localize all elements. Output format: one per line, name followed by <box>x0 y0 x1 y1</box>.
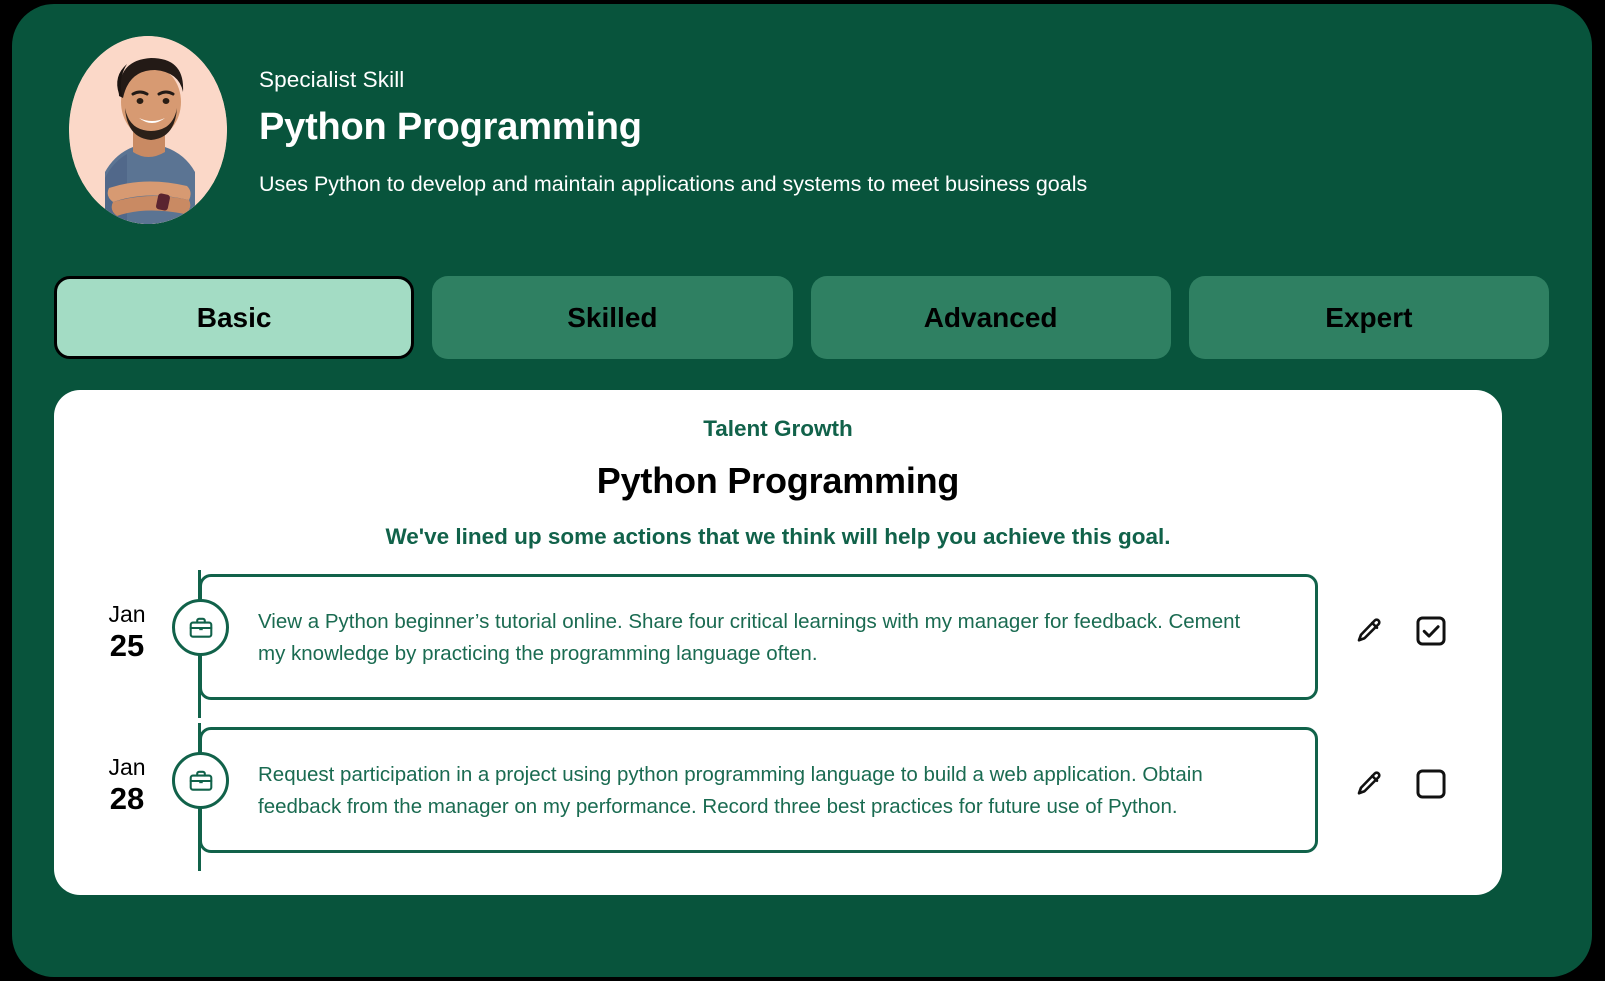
tab-expert[interactable]: Expert <box>1189 276 1549 359</box>
proficiency-level-tabs: Basic Skilled Advanced Expert <box>54 276 1549 359</box>
avatar <box>69 36 227 224</box>
action-date-day: 28 <box>98 782 156 816</box>
card-eyebrow: Talent Growth <box>54 416 1502 442</box>
tab-skilled[interactable]: Skilled <box>432 276 792 359</box>
action-complete-checkbox[interactable] <box>1414 614 1448 648</box>
action-date: Jan 28 <box>98 754 156 817</box>
action-date-month: Jan <box>98 754 156 780</box>
list-item: Jan 25 View a Python beginner’s tutorial… <box>54 570 1502 718</box>
pencil-icon[interactable] <box>1354 616 1384 646</box>
page-title: Python Programming <box>259 106 1087 150</box>
action-row-controls <box>1354 767 1448 801</box>
action-complete-checkbox[interactable] <box>1414 767 1448 801</box>
action-date-month: Jan <box>98 601 156 627</box>
action-card[interactable]: Request participation in a project using… <box>199 727 1318 853</box>
skill-category-label: Specialist Skill <box>259 66 1087 93</box>
action-text: Request participation in a project using… <box>258 759 1268 823</box>
action-date-day: 25 <box>98 629 156 663</box>
briefcase-icon <box>172 599 229 656</box>
skill-header: Specialist Skill Python Programming Uses… <box>12 4 1592 259</box>
tab-advanced[interactable]: Advanced <box>811 276 1171 359</box>
action-text: View a Python beginner’s tutorial online… <box>258 606 1268 670</box>
action-card[interactable]: View a Python beginner’s tutorial online… <box>199 574 1318 700</box>
action-row-controls <box>1354 614 1448 648</box>
header-text-block: Specialist Skill Python Programming Uses… <box>259 66 1087 197</box>
action-list: Jan 25 View a Python beginner’s tutorial… <box>54 570 1502 876</box>
card-subtitle: We've lined up some actions that we thin… <box>54 524 1502 550</box>
pencil-icon[interactable] <box>1354 769 1384 799</box>
tab-basic[interactable]: Basic <box>54 276 414 359</box>
briefcase-icon <box>172 752 229 809</box>
list-item: Jan 28 Request participation in a projec… <box>54 723 1502 871</box>
action-date: Jan 25 <box>98 601 156 664</box>
card-title: Python Programming <box>54 460 1502 502</box>
app-frame: Specialist Skill Python Programming Uses… <box>12 4 1592 977</box>
skill-description: Uses Python to develop and maintain appl… <box>259 172 1087 198</box>
talent-growth-card: Talent Growth Python Programming We've l… <box>54 390 1502 895</box>
